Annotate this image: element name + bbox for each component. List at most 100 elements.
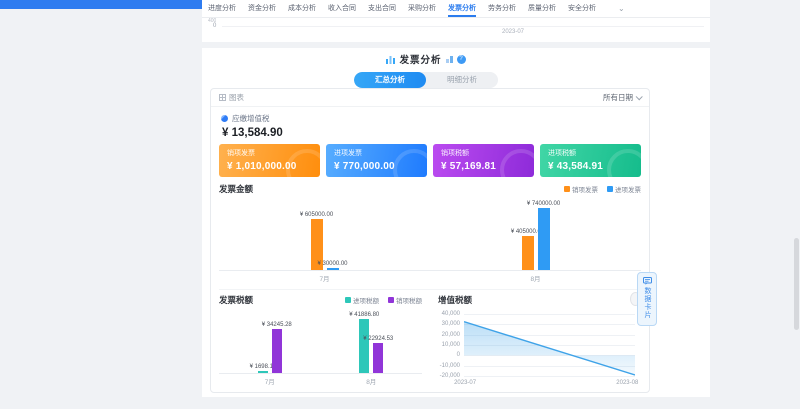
bar-wrap: ¥ 1698.11 — [258, 371, 268, 373]
chart-title: 增值税额 — [438, 294, 472, 306]
chart-view-button[interactable]: 图表 — [219, 92, 244, 103]
nav-tab[interactable]: 采购分析 — [408, 0, 436, 17]
y-axis-tick: -10,000 — [438, 363, 460, 369]
bar-wrap: ¥ 22924.53 — [373, 343, 383, 373]
x-axis-label: 2023-07 — [454, 380, 476, 386]
kpi-dot-icon — [221, 115, 228, 122]
data-card-float-button[interactable]: 数据卡片 — [637, 272, 657, 326]
nav-tab[interactable]: 质量分析 — [528, 0, 556, 17]
section-title-row: 发票分析 ? — [206, 52, 646, 66]
summary-card-label: 进项税额 — [548, 148, 633, 158]
legend-item[interactable]: 销项发票 — [564, 184, 598, 194]
bottom-charts-row: 发票税额 进项税额销项税额 ¥ 1698.11¥ 34245.28¥ 41886… — [219, 289, 641, 390]
chart-deco-icon — [386, 55, 395, 64]
summary-card-label: 销项发票 — [227, 148, 312, 158]
scrollbar-thumb[interactable] — [794, 238, 799, 330]
nav-tab[interactable]: 安全分析 — [568, 0, 596, 17]
small-deco-icon — [446, 56, 453, 63]
bar-value-label: ¥ 605000.00 — [300, 212, 333, 218]
remnant-y-tick-partial: 400 — [208, 18, 216, 22]
top-left-blue-bar — [0, 0, 202, 9]
line-plot: 40,00030,00020,00010,0000-10,000-20,0002… — [438, 310, 641, 390]
analysis-card: 图表 所有日期 应缴增值税 ¥ 13,584.90 销项发票¥ 1,010,00… — [210, 88, 650, 393]
x-axis-labels: 7月8月 — [219, 376, 422, 386]
bar — [258, 371, 268, 373]
bar-wrap: ¥ 34245.28 — [272, 329, 282, 373]
chat-bubble-icon — [643, 277, 652, 285]
nav-tab[interactable]: 收入合同 — [328, 0, 356, 17]
legend-swatch — [345, 297, 351, 303]
remnant-y-tick-zero: 0 — [213, 23, 216, 29]
summary-card-label: 进项发票 — [334, 148, 419, 158]
legend-item[interactable]: 销项税额 — [388, 295, 422, 305]
bar — [538, 208, 550, 270]
y-axis-tick: -20,000 — [438, 373, 460, 379]
nav-tab[interactable]: 支出合同 — [368, 0, 396, 17]
legend-item[interactable]: 进项发票 — [607, 184, 641, 194]
y-axis-tick: 20,000 — [438, 332, 460, 338]
date-filter-value: 所有日期 — [603, 92, 633, 103]
bar-wrap: ¥ 405000.00 — [522, 236, 534, 270]
summary-card-value: ¥ 57,169.81 — [441, 161, 526, 172]
bar-value-label: ¥ 740000.00 — [527, 201, 560, 207]
help-icon[interactable]: ? — [457, 55, 466, 64]
analysis-toggle-row: 汇总分析明细分析 — [206, 72, 646, 88]
x-axis-label: 7月 — [265, 376, 275, 386]
summary-cards-row: 销项发票¥ 1,010,000.00 进项发票 ¥ 770,000.00 销项税额¥ … — [211, 142, 649, 177]
top-nav: 进度分析资金分析成本分析收入合同支出合同采购分析发票分析劳务分析质量分析安全分析… — [202, 0, 710, 18]
nav-collapse-chevron-icon[interactable]: ⌄ — [618, 5, 626, 13]
x-axis-label: 2023-08 — [616, 380, 638, 386]
invoice-amount-chart: 发票金额 销项发票进项发票 ¥ 605000.00¥ 30000.00¥ 405… — [219, 183, 641, 283]
toggle-option[interactable]: 明细分析 — [426, 72, 498, 88]
nav-tab[interactable]: 发票分析 — [448, 0, 476, 17]
remnant-x-label: 2023-07 — [502, 29, 524, 35]
nav-tabs: 进度分析资金分析成本分析收入合同支出合同采购分析发票分析劳务分析质量分析安全分析 — [208, 0, 596, 17]
nav-tab[interactable]: 进度分析 — [208, 0, 236, 17]
bar-group: ¥ 1698.11 ¥ 34245.28 — [258, 329, 282, 373]
date-filter-dropdown[interactable]: 所有日期 — [603, 92, 641, 103]
remnant-chart: 400 0 2023-07 — [202, 18, 710, 41]
bar-group: ¥ 605000.00¥ 30000.00 — [311, 219, 339, 270]
legend-swatch — [388, 297, 394, 303]
bar-value-label: ¥ 22924.53 — [363, 336, 393, 342]
float-widget-label: 数据卡片 — [642, 287, 652, 319]
kpi-block: 应缴增值税 ¥ 13,584.90 — [211, 107, 649, 142]
bar — [522, 236, 534, 270]
bar-group: ¥ 41886.80 ¥ 22924.53 — [359, 319, 383, 373]
remnant-gridline — [222, 26, 704, 27]
line-x-labels: 2023-072023-08 — [464, 380, 635, 388]
x-axis-label: 7月 — [319, 273, 329, 283]
card-toolbar: 图表 所有日期 — [211, 89, 649, 107]
bar — [373, 343, 383, 373]
x-axis-labels: 7月 8月 — [219, 273, 641, 283]
invoice-analysis-section: 发票分析 ? 汇总分析明细分析 图表 所有日期 — [202, 48, 710, 397]
invoice-tax-chart: 发票税额 进项税额销项税额 ¥ 1698.11¥ 34245.28¥ 41886… — [219, 294, 422, 390]
chart-legend: 进项税额销项税额 — [345, 295, 422, 305]
bar-wrap: ¥ 740000.00 — [538, 208, 550, 270]
y-axis-tick: 10,000 — [438, 342, 460, 348]
toggle-option[interactable]: 汇总分析 — [354, 72, 426, 88]
nav-tab[interactable]: 成本分析 — [288, 0, 316, 17]
chevron-down-icon — [636, 93, 643, 100]
kpi-label: 应缴增值税 — [232, 113, 270, 124]
legend-swatch — [607, 186, 613, 192]
summary-card: 销项发票¥ 1,010,000.00 — [219, 144, 320, 177]
nav-tab[interactable]: 资金分析 — [248, 0, 276, 17]
bar-wrap: ¥ 41886.80 — [359, 319, 369, 373]
bar-plot: ¥ 1698.11¥ 34245.28¥ 41886.80¥ 22924.53 — [219, 318, 422, 374]
chart-view-label: 图表 — [229, 92, 244, 103]
bar-value-label: ¥ 34245.28 — [262, 322, 292, 328]
x-axis-label: 8月 — [530, 273, 540, 283]
bar — [359, 319, 369, 373]
y-axis-tick: 40,000 — [438, 311, 460, 317]
top-content-block: 进度分析资金分析成本分析收入合同支出合同采购分析发票分析劳务分析质量分析安全分析… — [202, 0, 710, 42]
summary-card-value: ¥ 770,000.00 — [334, 161, 419, 172]
y-axis-tick: 0 — [438, 352, 460, 358]
nav-tab[interactable]: 劳务分析 — [488, 0, 516, 17]
summary-card: 销项税额¥ 57,169.81 — [433, 144, 534, 177]
summary-card-value: ¥ 43,584.91 — [548, 161, 633, 172]
bar-value-label: ¥ 41886.80 — [349, 312, 379, 318]
grid-icon — [219, 94, 226, 101]
kpi-value: ¥ 13,584.90 — [221, 127, 639, 139]
legend-item[interactable]: 进项税额 — [345, 295, 379, 305]
